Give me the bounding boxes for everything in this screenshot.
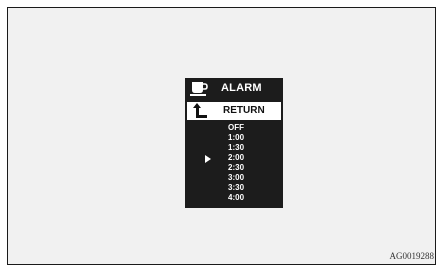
alarm-option-2-00[interactable]: 2:00 (228, 153, 244, 163)
triangle-pointer-icon (205, 155, 211, 163)
alarm-option-1-30[interactable]: 1:30 (228, 143, 244, 153)
coffee-cup-icon (190, 82, 208, 96)
alarm-header: ALARM (185, 78, 283, 98)
alarm-option-off[interactable]: OFF (228, 123, 244, 133)
illustration-frame: ALARM RETURN OFF 1:00 1:30 2:00 2:30 3:0… (7, 7, 436, 265)
alarm-title: ALARM (221, 82, 262, 94)
alarm-option-1-00[interactable]: 1:00 (228, 133, 244, 143)
return-arrow-icon (193, 103, 207, 118)
alarm-option-3-30[interactable]: 3:30 (228, 183, 244, 193)
alarm-option-3-00[interactable]: 3:00 (228, 173, 244, 183)
return-menu-item[interactable]: RETURN (187, 102, 281, 120)
return-label: RETURN (223, 105, 265, 116)
alarm-option-4-00[interactable]: 4:00 (228, 193, 244, 203)
figure-code: AG0019288 (389, 251, 435, 261)
alarm-options-list: OFF 1:00 1:30 2:00 2:30 3:00 3:30 4:00 (228, 123, 244, 203)
alarm-option-2-30[interactable]: 2:30 (228, 163, 244, 173)
alarm-display: ALARM RETURN OFF 1:00 1:30 2:00 2:30 3:0… (185, 78, 283, 208)
